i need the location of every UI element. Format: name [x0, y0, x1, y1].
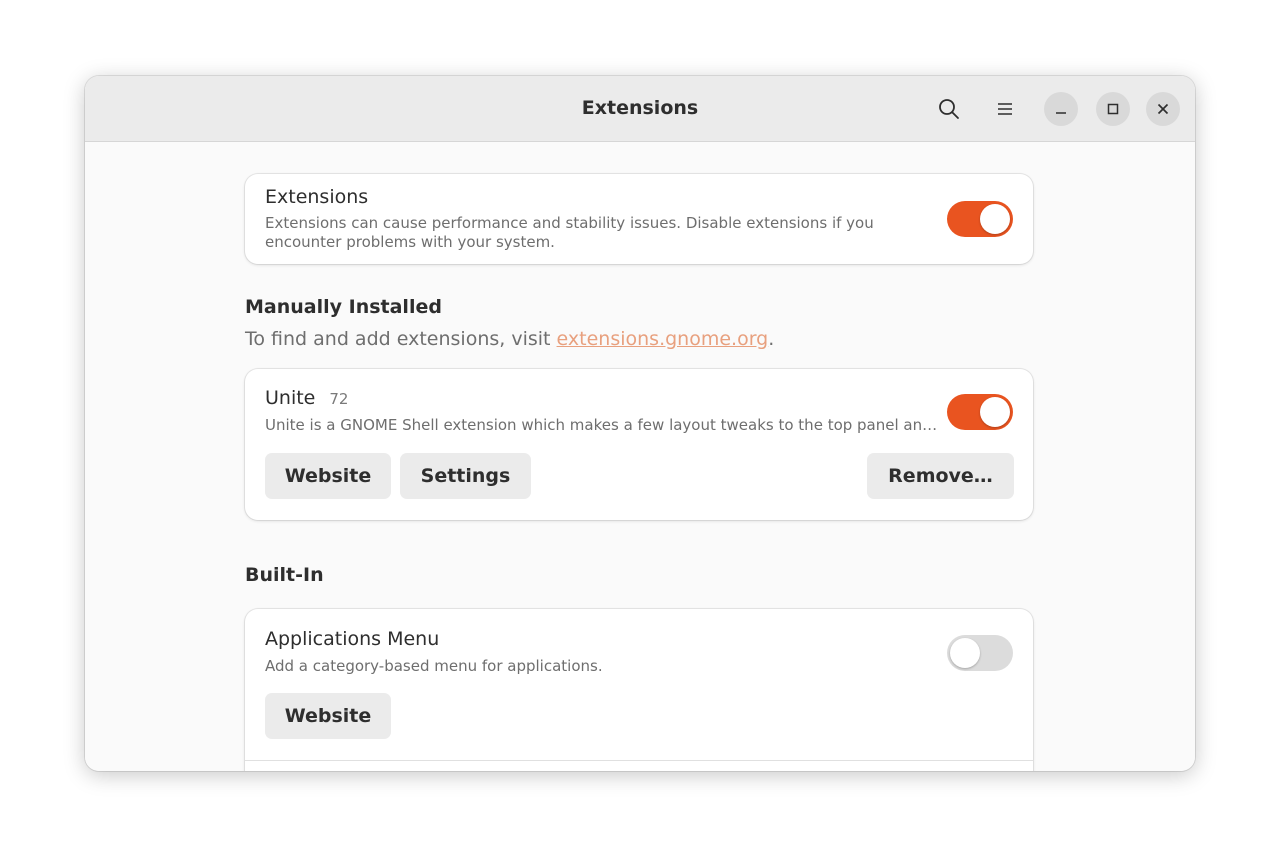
extensions-gnome-org-link[interactable]: extensions.gnome.org [557, 328, 769, 350]
row-separator [245, 760, 1033, 761]
extension-unite-switch[interactable] [947, 394, 1013, 430]
manually-installed-desc-prefix: To find and add extensions, visit [245, 328, 557, 350]
extension-description: Add a category-based menu for applicatio… [265, 657, 603, 675]
extension-title: Unite 72 [265, 387, 348, 409]
hamburger-menu-icon [998, 103, 1012, 115]
website-button[interactable]: Website [265, 453, 391, 499]
built-in-heading: Built-In [245, 564, 324, 586]
manually-installed-desc-suffix: . [768, 328, 775, 350]
extensions-list[interactable]: Extensions Extensions can cause performa… [85, 142, 1195, 771]
window-title: Extensions [581, 97, 699, 119]
manually-installed-description: To find and add extensions, visit extens… [245, 328, 774, 350]
master-extensions-title: Extensions [265, 186, 369, 208]
minimize-button[interactable] [1044, 92, 1078, 126]
manually-installed-heading: Manually Installed [245, 296, 442, 318]
header-bar: Extensions [85, 76, 1195, 142]
search-icon [939, 99, 959, 119]
extension-row-unite: Unite 72 Unite is a GNOME Shell extension… [245, 369, 1033, 520]
switch-knob [980, 204, 1010, 234]
master-extensions-switch[interactable] [947, 201, 1013, 237]
extension-name: Applications Menu [265, 628, 440, 650]
switch-knob [980, 397, 1010, 427]
maximize-button[interactable] [1096, 92, 1130, 126]
master-extensions-description: Extensions can cause performance and sta… [265, 214, 874, 251]
extension-applications-menu-switch[interactable] [947, 635, 1013, 671]
close-button[interactable] [1146, 92, 1180, 126]
master-extensions-card: Extensions Extensions can cause performa… [245, 174, 1033, 264]
settings-button[interactable]: Settings [400, 453, 531, 499]
extension-version: 72 [329, 390, 349, 408]
website-button[interactable]: Website [265, 693, 391, 739]
extensions-window: Extensions Extensions Extensions can cau… [85, 76, 1195, 771]
remove-button[interactable]: Remove… [867, 453, 1014, 499]
minimize-icon [1056, 112, 1066, 114]
extension-description: Unite is a GNOME Shell extension which m… [265, 416, 938, 434]
maximize-icon [1107, 103, 1119, 115]
close-icon [1157, 103, 1169, 115]
search-button[interactable] [932, 92, 966, 126]
switch-knob [950, 638, 980, 668]
extension-name: Unite [265, 387, 316, 409]
main-menu-button[interactable] [988, 92, 1022, 126]
extension-row-applications-menu: Applications Menu Add a category-based m… [245, 609, 1033, 771]
